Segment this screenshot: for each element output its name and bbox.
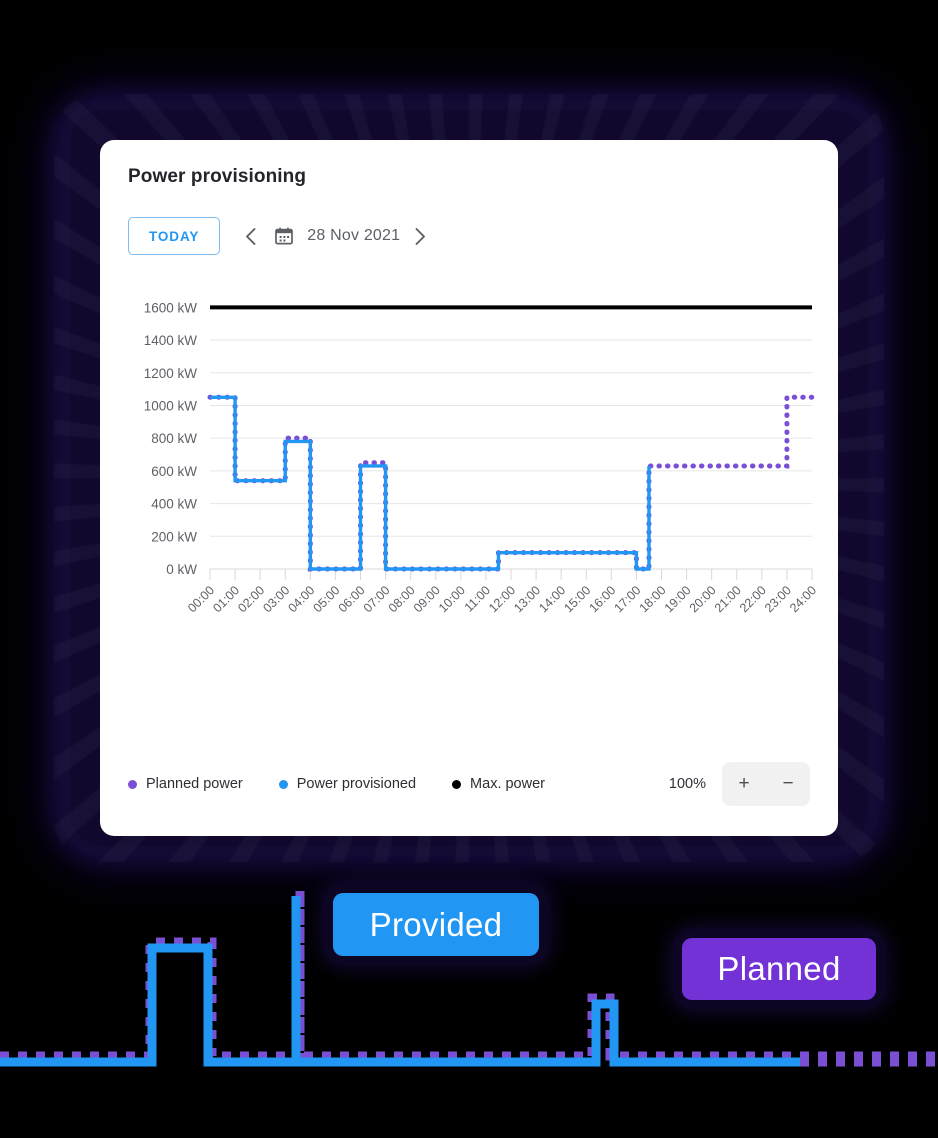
zoom-controls: + − bbox=[722, 762, 810, 806]
legend-item-max-power[interactable]: Max. power bbox=[452, 776, 545, 792]
x-axis-tick-label: 23:00 bbox=[762, 583, 794, 615]
x-axis-tick-label: 19:00 bbox=[662, 583, 694, 615]
power-provisioning-card: Power provisioning TODAY 28 Nov 2021 0 k… bbox=[100, 140, 838, 836]
x-axis-tick-label: 18:00 bbox=[637, 583, 669, 615]
legend-item-planned-power[interactable]: Planned power bbox=[128, 776, 243, 792]
legend-dot-planned-power bbox=[128, 779, 137, 789]
x-axis-tick-label: 24:00 bbox=[787, 583, 818, 615]
chevron-left-icon[interactable] bbox=[244, 227, 257, 246]
x-axis-tick-label: 10:00 bbox=[436, 583, 468, 615]
x-axis-tick-label: 01:00 bbox=[210, 583, 242, 615]
x-axis-tick-label: 02:00 bbox=[235, 583, 267, 615]
chart-area: 0 kW 200 kW 400 kW 600 kW 800 kW 1000 kW 1200 … bbox=[128, 277, 818, 697]
x-axis-tick-label: 22:00 bbox=[737, 583, 769, 615]
x-axis-tick-label: 13:00 bbox=[511, 583, 543, 615]
x-axis-tick-label: 04:00 bbox=[285, 583, 317, 615]
callout-label-planned: Planned bbox=[717, 950, 841, 987]
screen-root: Power provisioning TODAY 28 Nov 2021 0 k… bbox=[0, 0, 938, 1138]
chart-toolbar: TODAY 28 Nov 2021 bbox=[128, 217, 810, 255]
legend-dot-power-provisioned bbox=[278, 779, 288, 789]
legend-item-power-provisioned[interactable]: Power provisioned bbox=[278, 776, 417, 792]
x-axis-tick-label: 07:00 bbox=[361, 583, 393, 615]
x-axis-tick-label: 11:00 bbox=[462, 583, 493, 614]
y-axis-tick-label: 1400 kW bbox=[144, 333, 198, 348]
callout-badge-planned: Planned bbox=[682, 938, 876, 1000]
x-axis-tick-label: 20:00 bbox=[687, 583, 719, 615]
x-axis-tick-label: 12:00 bbox=[486, 583, 518, 615]
x-axis-tick-label: 17:00 bbox=[612, 583, 644, 615]
x-axis-tick-label: 21:00 bbox=[712, 583, 744, 615]
legend-label-max-power: Max. power bbox=[470, 776, 545, 792]
legend-label-power-provisioned: Power provisioned bbox=[296, 776, 417, 792]
y-axis-tick-label: 400 kW bbox=[151, 497, 197, 512]
x-axis-tick-label: 16:00 bbox=[586, 583, 618, 615]
calendar-icon[interactable] bbox=[275, 227, 294, 245]
page-title: Power provisioning bbox=[128, 166, 307, 187]
chart-legend: Planned power Power provisioned Max. pow… bbox=[128, 762, 810, 806]
selected-date-label[interactable]: 28 Nov 2021 bbox=[307, 227, 400, 245]
callout-badge-provided: Provided bbox=[333, 893, 539, 956]
x-axis-tick-label: 09:00 bbox=[411, 583, 443, 615]
date-navigator: 28 Nov 2021 bbox=[244, 227, 427, 246]
legend-dot-max-power bbox=[452, 779, 462, 789]
y-axis-tick-label: 1000 kW bbox=[144, 398, 198, 413]
decorative-chart-strip: Provided Planned bbox=[0, 880, 938, 1138]
x-axis-tick-label: 08:00 bbox=[386, 583, 418, 615]
y-axis-tick-label: 600 kW bbox=[151, 464, 197, 479]
series-power-provisioned bbox=[210, 395, 651, 571]
x-axis-tick-label: 03:00 bbox=[260, 583, 292, 615]
y-axis-tick-label: 200 kW bbox=[151, 529, 197, 544]
legend-label-planned-power: Planned power bbox=[146, 776, 243, 792]
x-axis-tick-label: 06:00 bbox=[336, 583, 368, 615]
y-axis-tick-label: 0 kW bbox=[166, 562, 197, 577]
today-button[interactable]: TODAY bbox=[128, 217, 221, 255]
y-axis-tick-label: 800 kW bbox=[151, 431, 197, 446]
zoom-out-button[interactable]: − bbox=[766, 762, 810, 806]
x-axis-tick-label: 14:00 bbox=[536, 583, 568, 615]
zoom-percent-label: 100% bbox=[668, 776, 706, 792]
power-chart[interactable]: 0 kW 200 kW 400 kW 600 kW 800 kW 1000 kW 1200 … bbox=[128, 277, 818, 697]
x-axis-tick-label: 05:00 bbox=[311, 583, 343, 615]
y-axis-tick-label: 1200 kW bbox=[144, 366, 198, 381]
callout-label-provided: Provided bbox=[369, 905, 503, 943]
zoom-in-button[interactable]: + bbox=[722, 762, 766, 806]
y-axis-tick-label: 1600 kW bbox=[144, 300, 198, 315]
x-axis-tick-label: 15:00 bbox=[561, 583, 593, 615]
chevron-right-icon[interactable] bbox=[414, 227, 427, 246]
x-axis-tick-label: 00:00 bbox=[185, 583, 217, 615]
series-planned-power bbox=[207, 394, 815, 572]
